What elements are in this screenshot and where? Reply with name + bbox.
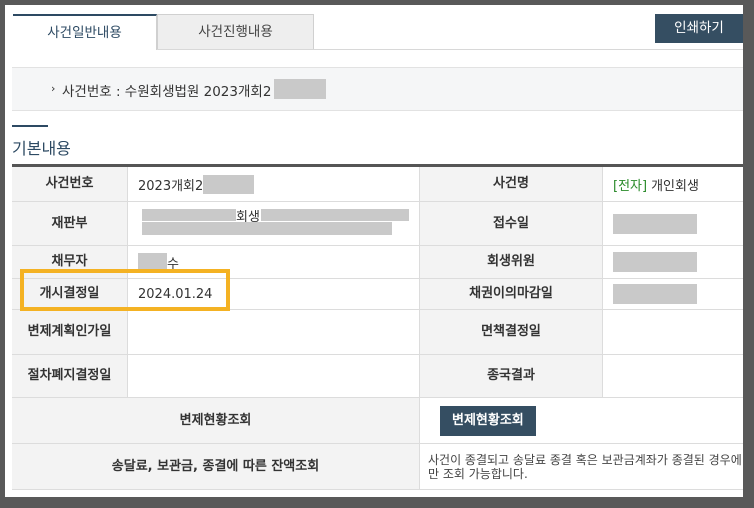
abolish-value (127, 355, 419, 397)
tab-divider (157, 49, 743, 50)
court-value: 회생 (127, 202, 419, 245)
redacted-block (613, 252, 697, 272)
case-name-text: 개인회생 (651, 178, 699, 194)
received-date-value (602, 202, 743, 245)
redacted-block (138, 252, 167, 272)
section-title: 기본내용 (12, 139, 71, 158)
table-row: 재판부 회생 접수일 (12, 202, 743, 246)
repayment-status-cell: 변제현황조회 (419, 398, 743, 443)
table-row: 채무자 수 회생위원 (12, 246, 743, 279)
court-label: 재판부 (12, 202, 127, 245)
redacted-block (142, 209, 236, 221)
balance-inquiry-cell: 사건이 종결되고 송달료 종결 혹은 보관금계좌가 종결된 경우에만 조회 가능… (419, 444, 743, 489)
repayment-plan-value (127, 310, 419, 354)
table-row: 변제현황조회 변제현황조회 (12, 398, 743, 444)
redacted-block (613, 284, 697, 304)
print-button[interactable]: 인쇄하기 (655, 14, 743, 43)
electronic-tag: [전자] (613, 178, 648, 194)
case-detail-window: 사건일반내용 사건진행내용 인쇄하기 › 사건번호 : 수원회생법원 2023개… (5, 5, 743, 497)
debtor-text: 수 (167, 256, 179, 272)
case-no-text: 2023개회2 (138, 178, 204, 194)
tab-progress-info[interactable]: 사건진행내용 (157, 14, 314, 50)
case-name-label: 사건명 (419, 167, 602, 201)
table-row: 절차폐지결정일 종국결과 (12, 355, 743, 398)
redacted-block (613, 213, 697, 234)
case-number-text: 사건번호 : 수원회생법원 2023개회2 (62, 84, 272, 100)
redacted-block (274, 79, 326, 99)
discharge-value (602, 310, 743, 354)
final-result-value (602, 355, 743, 397)
balance-inquiry-note: 사건이 종결되고 송달료 종결 혹은 보관금계좌가 종결된 경우에만 조회 가능… (428, 452, 742, 481)
table-row: 개시결정일 2024.01.24 채권이의마감일 (12, 279, 743, 310)
redacted-block (142, 222, 392, 235)
section-accent (12, 125, 48, 127)
commissioner-value (602, 246, 743, 278)
tab-general-info[interactable]: 사건일반내용 (13, 14, 157, 50)
final-result-label: 종국결과 (419, 355, 602, 397)
received-date-label: 접수일 (419, 202, 602, 245)
table-row: 사건번호 2023개회2 사건명 [전자] 개인회생 (12, 167, 743, 202)
start-decision-label: 개시결정일 (12, 279, 127, 309)
claim-deadline-label: 채권이의마감일 (419, 279, 602, 309)
case-number-bar: › 사건번호 : 수원회생법원 2023개회2 (12, 67, 743, 111)
repayment-status-button[interactable]: 변제현황조회 (440, 405, 536, 436)
table-row: 변제계획인가일 면책결정일 (12, 310, 743, 355)
table-row: 송달료, 보관금, 종결에 따른 잔액조회 사건이 종결되고 송달료 종결 혹은… (12, 444, 743, 490)
claim-deadline-value (602, 279, 743, 309)
case-name-value: [전자] 개인회생 (602, 167, 743, 201)
commissioner-label: 회생위원 (419, 246, 602, 278)
debtor-value: 수 (127, 246, 419, 278)
start-decision-value: 2024.01.24 (127, 279, 419, 309)
repayment-plan-label: 변제계획인가일 (12, 310, 127, 354)
case-no-value: 2023개회2 (127, 167, 419, 201)
repayment-status-label: 변제현황조회 (12, 398, 419, 443)
abolish-label: 절차폐지결정일 (12, 355, 127, 397)
balance-inquiry-label: 송달료, 보관금, 종결에 따른 잔액조회 (12, 444, 419, 489)
redacted-block (203, 174, 255, 194)
debtor-label: 채무자 (12, 246, 127, 278)
bullet-icon: › (51, 82, 56, 95)
redacted-block (261, 209, 409, 221)
case-no-label: 사건번호 (12, 167, 127, 201)
discharge-label: 면책결정일 (419, 310, 602, 354)
